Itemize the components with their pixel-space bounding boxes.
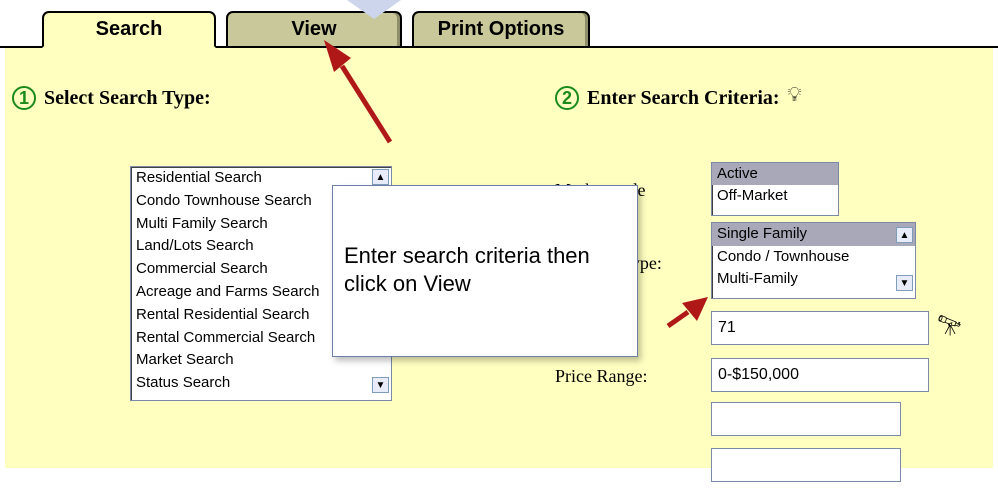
scroll-up-icon[interactable]: ▲ [896, 227, 913, 243]
step-1-title: Select Search Type: [44, 86, 211, 109]
step-2-heading: 2 Enter Search Criteria: 💡︎ [555, 82, 802, 110]
area-field[interactable]: 71 [711, 311, 929, 345]
list-item[interactable]: Condo / Townhouse [712, 246, 915, 269]
scroll-down-icon[interactable]: ▼ [372, 377, 389, 393]
tab-print-options[interactable]: Print Options [412, 11, 590, 46]
list-item[interactable]: Multi-Family [712, 268, 915, 291]
extra-field-2[interactable] [711, 448, 901, 482]
list-item[interactable]: Status Search [131, 372, 391, 395]
binoculars-icon[interactable]: 🔭︎ [937, 313, 962, 337]
list-item[interactable]: Active [712, 163, 838, 185]
instruction-tooltip: Enter search criteria then click on View [332, 185, 638, 357]
property-type-list[interactable]: Single Family Condo / Townhouse Multi-Fa… [711, 222, 916, 299]
scroll-up-icon[interactable]: ▲ [372, 169, 389, 185]
list-item[interactable]: Single Family [712, 223, 915, 246]
price-range-field[interactable]: 0-$150,000 [711, 358, 929, 392]
extra-field-1[interactable] [711, 402, 901, 436]
step-2-title: Enter Search Criteria: [587, 86, 780, 109]
step-1-number: 1 [12, 86, 36, 110]
step-2-number: 2 [555, 86, 579, 110]
market-code-list[interactable]: Active Off-Market [711, 162, 839, 216]
list-item[interactable]: Off-Market [712, 185, 838, 207]
pointer-cursor-icon [347, 0, 401, 19]
scroll-down-icon[interactable]: ▼ [896, 275, 913, 291]
price-range-label: Price Range: [555, 366, 648, 386]
tab-bar: Search View Print Options [0, 0, 998, 48]
step-1-heading: 1 Select Search Type: [12, 86, 211, 110]
tab-search[interactable]: Search [42, 11, 216, 48]
lightbulb-icon[interactable]: 💡︎ [788, 82, 802, 106]
property-type-scrollbar[interactable]: ▲ ▼ [896, 225, 913, 296]
